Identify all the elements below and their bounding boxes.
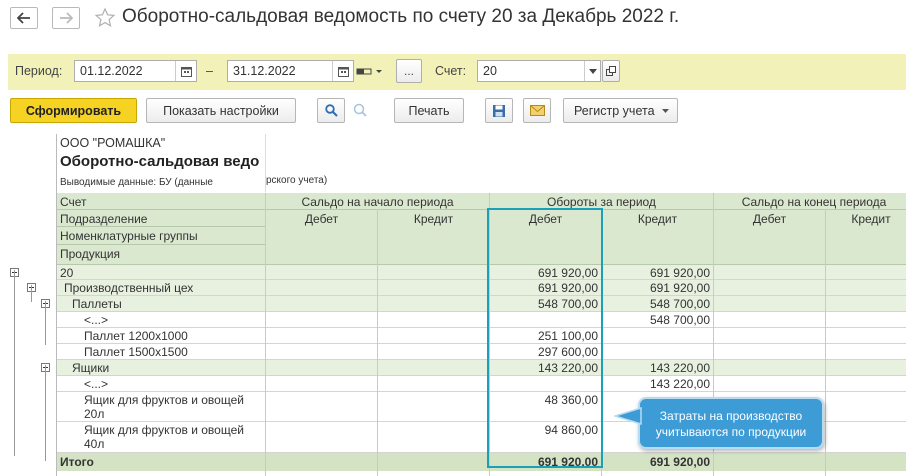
save-button[interactable] xyxy=(485,98,513,123)
row-name-line2: 20л xyxy=(84,407,105,421)
sub-col-turnover-credit: Кредит xyxy=(637,212,678,226)
row-header-division: Подразделение xyxy=(60,212,148,226)
sub-col-closing-credit: Кредит xyxy=(851,212,891,226)
arrow-left-icon xyxy=(17,12,30,24)
divider xyxy=(57,244,265,245)
turnover-credit-cell: 548 700,00 xyxy=(649,297,710,311)
search-reset-button[interactable] xyxy=(352,102,370,120)
col-group-closing: Сальдо на конец периода xyxy=(741,195,887,209)
forward-button[interactable] xyxy=(52,7,80,29)
turnover-credit-cell: 548 700,00 xyxy=(649,313,710,327)
email-button[interactable] xyxy=(523,98,551,123)
date-to-field[interactable]: 31.12.2022 xyxy=(227,60,354,82)
open-window-icon xyxy=(606,66,616,76)
table-row[interactable] xyxy=(57,360,906,376)
chevron-down-icon[interactable] xyxy=(584,61,600,81)
search-reset-icon xyxy=(353,103,367,117)
row-name: Производственный цех xyxy=(64,281,194,295)
highlight-frame xyxy=(487,208,603,468)
row-name: <...> xyxy=(84,313,109,327)
save-icon xyxy=(493,104,505,117)
row-name: Ящик для фруктов и овощей xyxy=(84,423,244,437)
sub-col-opening-credit: Кредит xyxy=(413,212,454,226)
row-name: Паллет 1200х1000 xyxy=(84,329,188,343)
arrow-right-icon xyxy=(60,12,73,24)
row-name-line2: 40л xyxy=(84,437,105,451)
calendar-icon[interactable] xyxy=(175,61,196,81)
divider xyxy=(57,209,906,210)
table-row[interactable] xyxy=(57,376,906,392)
search-icon xyxy=(324,104,338,117)
row-name: Ящик для фруктов и овощей xyxy=(84,393,244,407)
date-from-value: 01.12.2022 xyxy=(80,64,143,78)
divider xyxy=(825,209,826,476)
period-label: Период: xyxy=(15,64,63,78)
account-label: Счет: xyxy=(435,64,467,78)
account-value: 20 xyxy=(483,64,497,78)
account-field[interactable]: 20 xyxy=(477,60,601,82)
callout-pointer xyxy=(614,406,642,426)
period-type-selector[interactable] xyxy=(356,64,386,78)
tree-line xyxy=(31,285,32,302)
col-group-opening: Сальдо на начало периода xyxy=(301,195,454,209)
chevron-down-icon xyxy=(662,109,669,113)
print-button[interactable]: Печать xyxy=(394,98,464,123)
select-period-button[interactable]: ... xyxy=(396,59,422,83)
total-row[interactable] xyxy=(57,453,906,471)
output-data-rest: рского учета) xyxy=(266,175,328,186)
callout-note: Затраты на производство учитываются по п… xyxy=(614,397,824,449)
search-button[interactable] xyxy=(317,98,345,123)
period-type-icon xyxy=(356,68,382,75)
back-button[interactable] xyxy=(10,7,38,29)
report-title: Оборотно-сальдовая ведо xyxy=(60,153,260,170)
row-header-account: Счет xyxy=(60,195,87,209)
date-from-field[interactable]: 01.12.2022 xyxy=(74,60,197,82)
tree-line xyxy=(45,365,46,461)
divider xyxy=(377,209,378,476)
register-label: Регистр учета xyxy=(574,103,655,118)
envelope-icon xyxy=(529,105,545,116)
row-name: <...> xyxy=(84,377,109,391)
sub-col-opening-debit: Дебет xyxy=(304,212,339,226)
turnover-credit-cell: 691 920,00 xyxy=(649,281,710,295)
row-name: Паллеты xyxy=(72,297,122,311)
total-label: Итого xyxy=(60,455,94,469)
date-to-value: 31.12.2022 xyxy=(233,64,296,78)
period-bar: Период: 01.12.2022 – 31.12.2022 ... Счет… xyxy=(8,54,906,90)
sub-col-closing-debit: Дебет xyxy=(752,212,787,226)
table-row[interactable] xyxy=(57,265,906,280)
callout-text: Затраты на производство учитываются по п… xyxy=(655,409,807,439)
turnover-credit-cell: 143 220,00 xyxy=(649,377,710,391)
tree-line xyxy=(14,270,15,456)
divider xyxy=(265,193,266,476)
open-account-button[interactable] xyxy=(602,60,620,82)
star-icon[interactable] xyxy=(94,7,116,29)
total-turnover-credit: 691 920,00 xyxy=(649,455,710,469)
row-name: Ящики xyxy=(72,361,110,375)
page-title: Оборотно-сальдовая ведомость по счету 20… xyxy=(122,6,680,27)
divider xyxy=(57,226,265,227)
generate-button[interactable]: Сформировать xyxy=(10,98,137,123)
row-name: Паллет 1500х1500 xyxy=(84,345,188,359)
date-dash: – xyxy=(206,64,213,78)
col-group-turnover: Обороты за период xyxy=(547,195,656,209)
show-settings-button[interactable]: Показать настройки xyxy=(146,98,296,123)
tree-line xyxy=(45,301,46,345)
calendar-icon[interactable] xyxy=(332,61,353,81)
divider xyxy=(265,134,266,192)
row-header-nomenclature: Номенклатурные группы xyxy=(60,229,198,243)
output-data-label: Выводимые данные: БУ (данные xyxy=(60,177,213,188)
table-row[interactable] xyxy=(57,296,906,312)
turnover-credit-cell: 691 920,00 xyxy=(649,266,710,280)
register-dropdown[interactable]: Регистр учета xyxy=(563,98,678,123)
row-header-product: Продукция xyxy=(60,247,121,261)
org-name: ООО "РОМАШКА" xyxy=(60,136,166,150)
turnover-credit-cell: 143 220,00 xyxy=(649,361,710,375)
title-bar: Оборотно-сальдовая ведомость по счету 20… xyxy=(0,0,906,36)
row-name: 20 xyxy=(60,266,74,280)
table-row[interactable] xyxy=(57,312,906,328)
